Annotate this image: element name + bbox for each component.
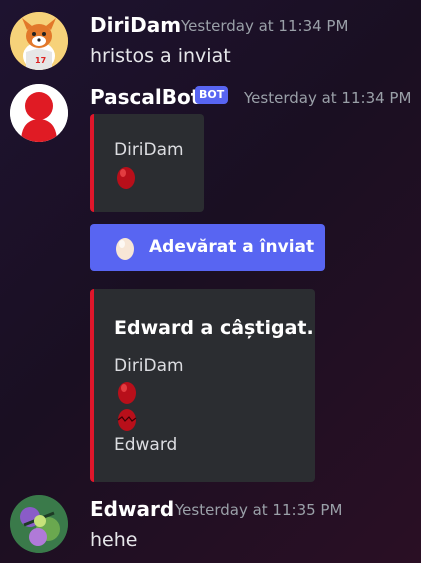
- button-label: Adevărat a înviat: [149, 237, 315, 257]
- embed-title: Edward a câștigat.: [114, 317, 314, 339]
- username[interactable]: PascalBot: [90, 85, 200, 109]
- svg-text:17: 17: [35, 56, 46, 65]
- username[interactable]: Edward: [90, 497, 174, 521]
- timestamp: Yesterday at 11:34 PM: [181, 17, 349, 35]
- red-figure-avatar-icon: [10, 84, 68, 142]
- bot-badge: BOT: [195, 86, 229, 104]
- embed-line-1: DiriDam: [114, 356, 184, 376]
- message-text: hehe: [90, 529, 138, 551]
- adevarat-a-inviat-button[interactable]: Adevărat a înviat: [90, 224, 325, 271]
- embed-line-2: Edward: [114, 435, 178, 455]
- cracked-red-egg-icon: [115, 406, 139, 436]
- avatar[interactable]: 17: [10, 12, 68, 70]
- white-egg-icon: [115, 235, 135, 266]
- message-text: hristos a inviat: [90, 45, 231, 67]
- embed-card-result: Edward a câștigat. DiriDam Edward: [90, 289, 315, 482]
- red-egg-icon: [114, 164, 138, 194]
- avatar[interactable]: [10, 84, 68, 142]
- embed-line: DiriDam: [114, 140, 184, 160]
- green-purple-avatar-icon: [10, 495, 68, 553]
- fox-avatar-icon: 17: [10, 12, 68, 70]
- timestamp: Yesterday at 11:35 PM: [175, 501, 343, 519]
- red-egg-icon: [115, 379, 139, 409]
- username[interactable]: DiriDam: [90, 13, 181, 37]
- timestamp: Yesterday at 11:34 PM: [244, 89, 412, 107]
- avatar[interactable]: [10, 495, 68, 553]
- embed-card: DiriDam: [90, 114, 204, 212]
